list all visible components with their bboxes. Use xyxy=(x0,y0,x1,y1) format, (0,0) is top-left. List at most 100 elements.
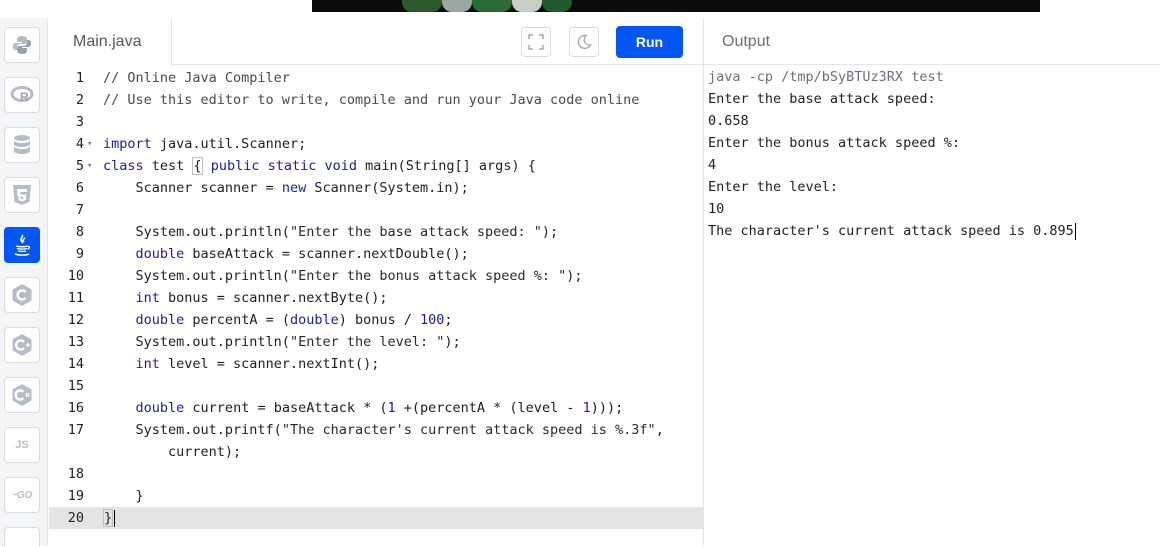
language-html-button[interactable] xyxy=(4,177,40,213)
code-token: double xyxy=(135,312,185,328)
language-java-button[interactable] xyxy=(4,227,40,263)
code-token: new xyxy=(281,180,307,196)
code-token: Scanner(System.in); xyxy=(306,180,469,196)
code-line[interactable]: 15 xyxy=(49,375,703,397)
output-panel: Output java -cp /tmp/bSyBTUz3RX test Ent… xyxy=(704,18,1160,546)
output-line: The character's current attack speed is … xyxy=(708,220,1160,242)
code-token: +(percentA * (level - xyxy=(395,400,583,416)
language-python-button[interactable] xyxy=(4,27,40,63)
code-token: "Enter the level: " xyxy=(289,334,445,350)
code-token: current = baseAttack * ( xyxy=(184,400,388,416)
fullscreen-icon xyxy=(528,34,544,50)
code-token: ); xyxy=(444,334,461,350)
line-number: 15 xyxy=(67,378,84,394)
code-line[interactable]: 10 System.out.println("Enter the bonus a… xyxy=(49,265,703,287)
code-text: int level = scanner.nextInt(); xyxy=(103,353,380,375)
language-r-button[interactable]: R xyxy=(4,77,40,113)
code-editor-panel: Main.java Run 1 // Online Java Compiler 2 /… xyxy=(49,18,703,546)
line-number: 16 xyxy=(67,400,84,416)
line-number: 9 xyxy=(75,246,84,262)
output-command: java -cp /tmp/bSyBTUz3RX test xyxy=(708,69,944,85)
language-c-button[interactable] xyxy=(4,277,40,313)
code-line[interactable]: 12 double percentA = (double) bonus / 10… xyxy=(49,309,703,331)
output-line: Enter the base attack speed: xyxy=(708,88,1160,110)
code-line[interactable]: 20} xyxy=(49,507,703,529)
code-token: bonus = scanner.nextByte(); xyxy=(159,290,388,306)
code-line[interactable]: 19 } xyxy=(49,485,703,507)
code-line[interactable]: 8 System.out.println("Enter the base att… xyxy=(49,221,703,243)
theme-toggle-button[interactable] xyxy=(569,27,599,57)
line-number: 6 xyxy=(75,180,84,196)
top-banner-image xyxy=(312,0,1040,12)
code-text: System.out.printf("The character's curre… xyxy=(103,419,664,441)
output-console[interactable]: java -cp /tmp/bSyBTUz3RX test Enter the … xyxy=(708,66,1160,242)
code-line[interactable]: 3 xyxy=(49,111,703,133)
code-line[interactable]: 11 int bonus = scanner.nextByte(); xyxy=(49,287,703,309)
code-line[interactable]: 16 double current = baseAttack * (1 +(pe… xyxy=(49,397,703,419)
line-number: 5 xyxy=(75,158,84,174)
code-token: System.out.println( xyxy=(103,268,290,284)
code-token: } xyxy=(103,509,114,527)
output-line: 0.658 xyxy=(708,110,1160,132)
output-line: 4 xyxy=(708,154,1160,176)
code-text: System.out.println("Enter the base attac… xyxy=(103,221,559,243)
output-line: Enter the bonus attack speed %: xyxy=(708,132,1160,154)
go-icon: ⁃GO xyxy=(11,489,33,501)
python-icon xyxy=(13,36,31,54)
code-text: class test { public static void main(Str… xyxy=(103,155,536,177)
code-line[interactable]: 7 xyxy=(49,199,703,221)
code-line[interactable]: 14 int level = scanner.nextInt(); xyxy=(49,353,703,375)
code-text: double percentA = (double) bonus / 100; xyxy=(103,309,453,331)
language-javascript-button[interactable]: JS xyxy=(4,427,40,463)
fold-arrow-icon[interactable]: ▾ xyxy=(87,133,92,155)
code-area[interactable]: 1 // Online Java Compiler 2 // Use this edi… xyxy=(49,66,703,546)
text-cursor xyxy=(114,509,116,527)
code-text: System.out.println("Enter the level: "); xyxy=(103,331,461,353)
code-line[interactable]: 5 ▾ class test { public static void main(S… xyxy=(49,155,703,177)
line-number: 20 xyxy=(67,510,84,526)
code-token: } xyxy=(103,488,144,504)
line-number: 19 xyxy=(67,488,84,504)
code-token: double xyxy=(135,246,185,262)
code-line[interactable]: 13 System.out.println("Enter the level: … xyxy=(49,331,703,353)
output-line-text: Enter the level: xyxy=(708,179,839,195)
code-line[interactable]: 2 // Use this editor to write, compile an… xyxy=(49,89,703,111)
code-token: ; xyxy=(444,312,453,328)
language-go-button[interactable]: ⁃GO xyxy=(4,477,40,513)
code-token: ); xyxy=(541,224,559,240)
code-line[interactable]: 4 ▾ import java.util.Scanner; xyxy=(49,133,703,155)
code-text: import java.util.Scanner; xyxy=(103,133,306,155)
code-token: public static void xyxy=(210,158,358,174)
code-token: double xyxy=(135,400,185,416)
fullscreen-button[interactable] xyxy=(521,27,551,57)
code-token: ); xyxy=(566,268,583,284)
code-line[interactable]: 9 double baseAttack = scanner.nextDouble… xyxy=(49,243,703,265)
code-token: System.out.printf( xyxy=(103,422,282,438)
line-number: 10 xyxy=(67,268,84,284)
output-header: Output xyxy=(704,18,1160,65)
language-csharp-button[interactable] xyxy=(4,377,40,413)
file-tab[interactable]: Main.java xyxy=(49,18,172,66)
language-cpp-button[interactable] xyxy=(4,327,40,363)
code-token: int xyxy=(135,356,160,372)
line-number: 2 xyxy=(75,92,84,108)
code-token: // Use this editor to write, compile and… xyxy=(103,92,640,108)
code-line[interactable]: current); xyxy=(49,441,703,463)
code-text: } xyxy=(103,507,116,529)
output-line-text: Enter the base attack speed: xyxy=(708,91,936,107)
java-icon xyxy=(14,234,31,256)
language-more-button[interactable] xyxy=(4,527,40,547)
run-button[interactable]: Run xyxy=(616,26,683,58)
code-line[interactable]: 1 // Online Java Compiler xyxy=(49,67,703,89)
language-sql-button[interactable] xyxy=(4,127,40,163)
code-token: "Enter the base attack speed: " xyxy=(289,224,542,240)
code-token: import xyxy=(103,136,152,152)
code-line[interactable]: 6 Scanner scanner = new Scanner(System.i… xyxy=(49,177,703,199)
code-line[interactable]: 18 xyxy=(49,463,703,485)
fold-arrow-icon[interactable]: ▾ xyxy=(87,155,92,177)
code-line[interactable]: 17 System.out.printf("The character's cu… xyxy=(49,419,703,441)
